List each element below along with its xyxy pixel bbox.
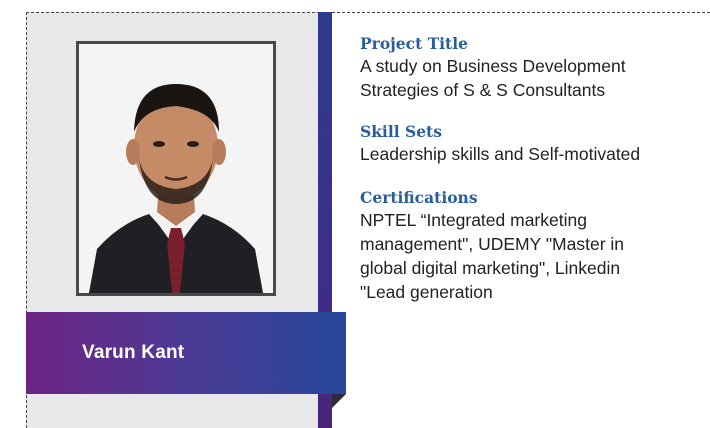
top-dashed-border [332,12,710,13]
certifications-line-4: "Lead generation [360,282,493,302]
portrait-image [79,44,273,293]
certifications-line-3: global digital marketing", Linkedin [360,258,621,278]
skills-heading: Skill Sets [360,122,442,141]
profile-name: Varun Kant [82,342,185,363]
project-line-2: Strategies of S & S Consultants [360,80,606,100]
certifications-heading: Certifications [360,188,478,207]
project-heading: Project Title [360,34,468,53]
certifications-section: Certifications NPTEL “Integrated marketi… [360,188,710,304]
project-line-1: A study on Business Development [360,56,626,76]
project-section: Project Title A study on Business Develo… [360,34,710,102]
skills-line-1: Leadership skills and Self-motivated [360,144,641,164]
certifications-line-2: management", UDEMY "Master in [360,234,625,254]
certifications-line-1: NPTEL “Integrated marketing [360,210,587,230]
name-ribbon: Varun Kant [26,312,346,394]
skills-section: Skill Sets Leadership skills and Self-mo… [360,122,710,166]
profile-photo [76,41,276,296]
info-column: Project Title A study on Business Develo… [360,34,710,326]
ribbon-fold [332,394,346,408]
